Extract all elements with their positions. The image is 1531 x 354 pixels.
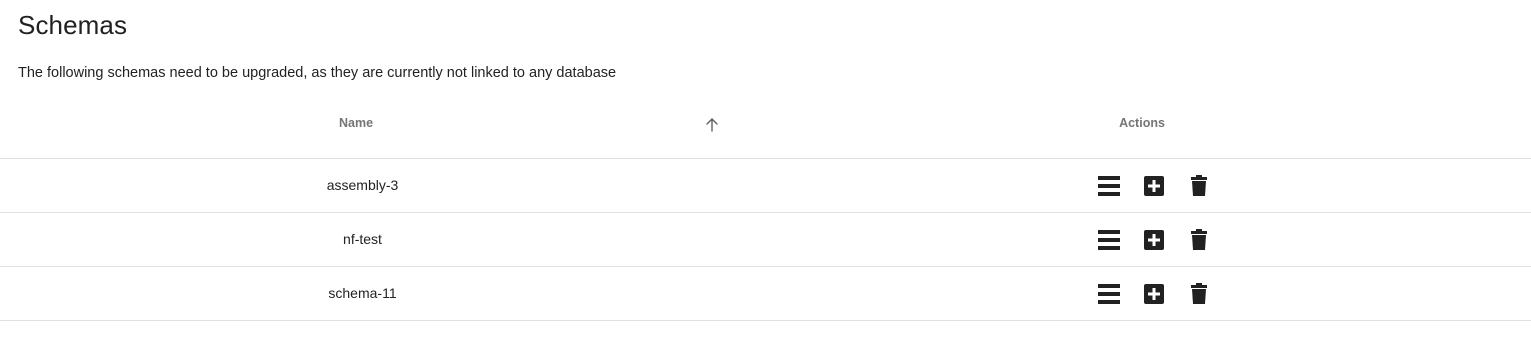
column-header-actions: Actions xyxy=(1119,116,1165,130)
page-description: The following schemas need to be upgrade… xyxy=(18,65,617,81)
list-icon[interactable] xyxy=(1097,282,1121,306)
schema-name-cell: assembly-3 xyxy=(326,177,399,193)
table-row: nf-test xyxy=(0,213,1531,267)
add-box-icon[interactable] xyxy=(1142,174,1166,198)
table-row: schema-11 xyxy=(0,267,1531,321)
trash-icon[interactable] xyxy=(1187,174,1211,198)
page-title: Schemas xyxy=(18,10,128,40)
trash-icon[interactable] xyxy=(1187,282,1211,306)
add-box-icon[interactable] xyxy=(1142,282,1166,306)
column-header-name[interactable]: Name xyxy=(0,95,714,158)
list-icon[interactable] xyxy=(1097,174,1121,198)
schema-name-cell: nf-test xyxy=(343,231,382,247)
add-box-icon[interactable] xyxy=(1142,228,1166,252)
table-row: assembly-3 xyxy=(0,159,1531,213)
table-header-row: Name Actions xyxy=(0,95,1531,159)
arrow-up-icon[interactable] xyxy=(704,117,720,133)
schema-name-cell: schema-11 xyxy=(328,285,397,301)
list-icon[interactable] xyxy=(1097,228,1121,252)
row-actions xyxy=(1097,227,1211,253)
row-actions xyxy=(1097,173,1211,199)
trash-icon[interactable] xyxy=(1187,228,1211,252)
column-header-name-label: Name xyxy=(339,116,374,130)
schemas-table: Name Actions assembly-3 nf-test schema-1… xyxy=(0,95,1531,321)
row-actions xyxy=(1097,281,1211,307)
